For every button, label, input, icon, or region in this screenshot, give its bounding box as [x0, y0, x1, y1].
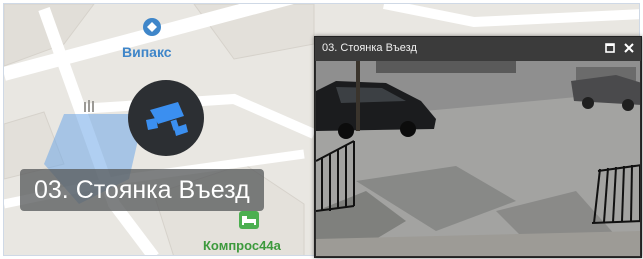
camera-marker[interactable] — [128, 80, 204, 156]
cctv-camera-icon — [146, 102, 188, 136]
video-titlebar[interactable]: 03. Стоянка Въезд — [315, 37, 641, 61]
diamond-icon[interactable] — [143, 18, 161, 36]
close-icon[interactable] — [622, 41, 636, 55]
poi-label-kompros[interactable]: Компрос44а — [203, 238, 281, 253]
camera-name-label[interactable]: 03. Стоянка Въезд — [20, 169, 264, 211]
video-window[interactable]: 03. Стоянка Въезд — [314, 36, 642, 258]
poi-label-vipaks[interactable]: Випакс — [122, 44, 172, 60]
maximize-icon[interactable] — [603, 41, 617, 55]
camera-video-feed[interactable] — [316, 61, 640, 256]
bed-icon[interactable] — [239, 211, 259, 229]
video-title: 03. Стоянка Въезд — [322, 42, 417, 54]
